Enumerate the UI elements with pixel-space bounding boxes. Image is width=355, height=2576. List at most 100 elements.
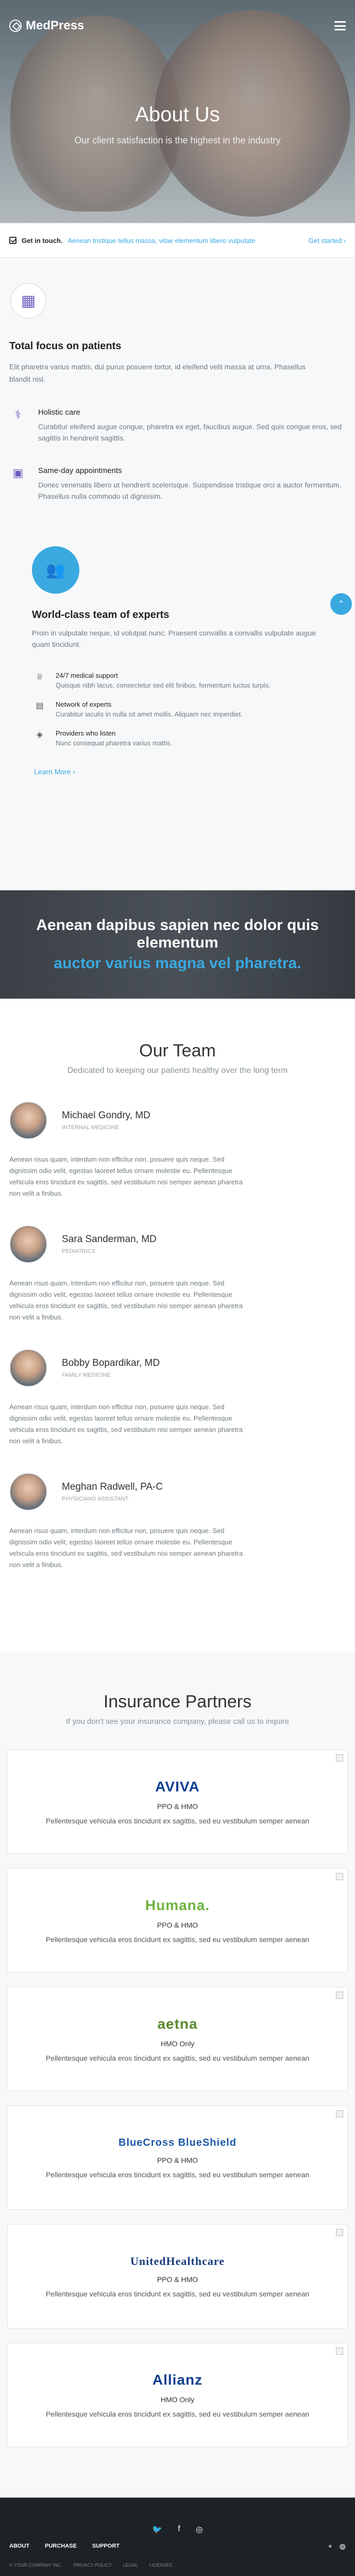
footer-legal: © YOUR COMPANY INC. PRIVACY POLICY LEGAL…	[9, 2563, 172, 2568]
legal-link[interactable]: LEGAL	[123, 2563, 138, 2568]
get-started-link[interactable]: Get started ›	[309, 237, 346, 244]
document-icon: ▤	[36, 702, 44, 710]
insurance-title: Insurance Partners	[103, 1692, 252, 1711]
facebook-icon[interactable]: f	[178, 2524, 180, 2535]
map-pin-icon[interactable]: ⌖	[328, 2542, 332, 2551]
footer: 🐦 f ◎ ABOUT PURCHASE SUPPORT ⌖ ◍ © YOUR …	[0, 2498, 355, 2576]
plan-type: HMO Only	[160, 2395, 195, 2404]
member-role: FAMILY MEDICINE	[62, 1372, 111, 1378]
feature-title: Same-day appointments	[38, 466, 122, 475]
insurance-card[interactable]: UnitedHealthcare PPO & HMO Pellentesque …	[7, 2224, 348, 2328]
hero-subtitle: Our client satisfaction is the highest i…	[74, 135, 281, 145]
check-square-icon	[9, 237, 16, 244]
features-text: Elit pharetra varius mattis, dui purus p…	[9, 363, 306, 383]
member-name[interactable]: Michael Gondry, MD	[62, 1110, 150, 1121]
social-links: 🐦 f ◎	[0, 2524, 355, 2535]
feature-text: Curabitur eleifend augue congue, pharetr…	[38, 422, 342, 442]
hero: MedPress About Us Our client satisfactio…	[0, 0, 355, 223]
avatar	[9, 1473, 47, 1511]
insurance-subtitle: If you don't see your insurance company,…	[66, 1717, 289, 1726]
list-item-title: Providers who listen	[56, 729, 116, 737]
footer-icons: ⌖ ◍	[328, 2542, 346, 2551]
team-title: Our Team	[139, 1041, 216, 1061]
member-role: PHYSICIANS ASSISTANT	[62, 1496, 129, 1502]
world-class-block: 👥 World-class team of experts Proin in v…	[9, 546, 346, 650]
list-item-title: 24/7 medical support	[56, 672, 118, 679]
insurer-logo: Humana.	[145, 1897, 210, 1913]
logo[interactable]: MedPress	[9, 19, 84, 33]
licenses-link[interactable]: LICENSES	[149, 2563, 173, 2568]
member-bio: Aenean risus quam, interdum non efficitu…	[9, 1279, 243, 1321]
list-item-text: Quisque nibh lacus, consectetur sed elit…	[56, 681, 271, 689]
member-role: PEDIATRICS	[62, 1248, 96, 1254]
insurance-card[interactable]: Allianz HMO Only Pellentesque vehicula e…	[7, 2343, 348, 2447]
footer-link-support[interactable]: SUPPORT	[92, 2543, 120, 2549]
insurer-logo: aetna	[157, 2016, 198, 2032]
page-title: About Us	[135, 103, 220, 126]
card-description: Pellentesque vehicula eros tincidunt ex …	[45, 2170, 310, 2179]
team-member: Meghan Radwell, PA-C PHYSICIANS ASSISTAN…	[9, 1473, 346, 1571]
touch-text: Aenean tristique tellus massa, vitae ele…	[67, 236, 256, 244]
card-description: Pellentesque vehicula eros tincidunt ex …	[45, 1935, 310, 1944]
plan-type: HMO Only	[160, 2040, 195, 2048]
footer-link-purchase[interactable]: PURCHASE	[45, 2543, 77, 2549]
trophy-icon: ♕	[36, 673, 44, 681]
logo-text: MedPress	[26, 19, 84, 32]
team-member: Bobby Bopardikar, MD FAMILY MEDICINE Aen…	[9, 1349, 346, 1447]
insurer-logo: AVIVA	[155, 1779, 200, 1795]
calendar-icon: ▦	[10, 283, 46, 319]
plan-type: PPO & HMO	[157, 1921, 198, 1929]
list-item-title: Network of experts	[56, 700, 112, 708]
team-section: Our Team Dedicated to keeping our patien…	[0, 999, 355, 1652]
member-role: INTERNAL MEDICINE	[62, 1124, 119, 1131]
member-name[interactable]: Meghan Radwell, PA-C	[62, 1481, 163, 1493]
instagram-icon[interactable]: ◎	[196, 2524, 203, 2535]
top-navigation: MedPress	[0, 0, 355, 52]
insurer-logo: UnitedHealthcare	[130, 2255, 225, 2268]
card-description: Pellentesque vehicula eros tincidunt ex …	[45, 2054, 310, 2062]
insurance-card[interactable]: BlueCross BlueShield PPO & HMO Pellentes…	[7, 2106, 348, 2210]
globe-icon[interactable]: ◍	[340, 2542, 346, 2551]
hamburger-icon[interactable]	[334, 21, 346, 30]
footer-nav: ABOUT PURCHASE SUPPORT	[9, 2543, 120, 2549]
insurance-section: Insurance Partners If you don't see your…	[0, 1652, 355, 2498]
image-icon: ▣	[12, 466, 24, 479]
feature-text: Donec venenatis libero ut hendrerit scel…	[38, 481, 342, 500]
team-subtitle: Dedicated to keeping our patients health…	[67, 1066, 288, 1075]
insurer-logo: BlueCross BlueShield	[119, 2137, 236, 2148]
twitter-icon[interactable]: 🐦	[152, 2524, 162, 2535]
member-name[interactable]: Sara Sanderman, MD	[62, 1234, 157, 1245]
image-placeholder-icon	[336, 2229, 343, 2236]
world-class-title: World-class team of experts	[32, 609, 170, 621]
hamburger-line	[334, 25, 346, 27]
image-placeholder-icon	[336, 1992, 343, 1999]
hamburger-line	[334, 29, 346, 30]
feature-title: Holistic care	[38, 408, 80, 417]
stethoscope-icon: ⚕	[15, 408, 21, 421]
card-description: Pellentesque vehicula eros tincidunt ex …	[45, 1817, 310, 1825]
feature-item: ▣ Same-day appointments Donec venenatis …	[9, 466, 346, 502]
insurance-card[interactable]: AVIVA PPO & HMO Pellentesque vehicula er…	[7, 1750, 348, 1854]
copyright: © YOUR COMPANY INC.	[9, 2563, 62, 2568]
get-in-touch-bar: Get in touch. Aenean tristique tellus ma…	[0, 223, 355, 258]
list-item-text: Nunc consequat pharetra varius mattis.	[56, 739, 173, 747]
privacy-link[interactable]: PRIVACY POLICY	[74, 2563, 112, 2568]
insurance-cards: AVIVA PPO & HMO Pellentesque vehicula er…	[7, 1750, 348, 2447]
banner-line-1: Aenean dapibus sapien nec dolor quis ele…	[36, 917, 319, 951]
learn-more-link[interactable]: Learn More ›	[34, 768, 346, 776]
avatar	[9, 1225, 47, 1263]
list-item: ▤ Network of experts Curabitur iaculis i…	[34, 700, 346, 718]
avatar	[9, 1349, 47, 1387]
plan-type: PPO & HMO	[157, 1802, 198, 1811]
member-name[interactable]: Bobby Bopardikar, MD	[62, 1358, 160, 1369]
list-item-text: Curabitur iaculis in nulla sit amet moll…	[56, 710, 243, 718]
footer-link-about[interactable]: ABOUT	[9, 2543, 29, 2549]
insurance-card[interactable]: aetna HMO Only Pellentesque vehicula ero…	[7, 1987, 348, 2091]
list-item: ♕ 24/7 medical support Quisque nibh lacu…	[34, 672, 346, 689]
team-member: Sara Sanderman, MD PEDIATRICS Aenean ris…	[9, 1225, 346, 1323]
insurance-card[interactable]: Humana. PPO & HMO Pellentesque vehicula …	[7, 1868, 348, 1972]
image-placeholder-icon	[336, 2347, 343, 2355]
hamburger-line	[334, 21, 346, 23]
touch-title: Get in touch.	[22, 236, 63, 244]
scroll-to-top-button[interactable]: ⌃	[330, 593, 352, 615]
